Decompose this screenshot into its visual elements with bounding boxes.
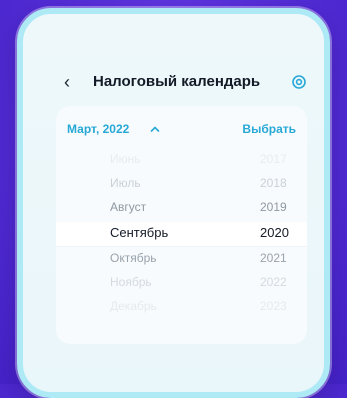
month-option[interactable]: Июнь <box>110 152 141 166</box>
month-option[interactable]: Август <box>110 200 146 214</box>
picker-row[interactable]: Июль 2018 <box>56 172 307 196</box>
selected-row[interactable]: Сентябрь 2020 <box>56 222 307 246</box>
select-button[interactable]: Выбрать <box>242 122 296 136</box>
month-year-wheel[interactable]: Июнь 2017 Июль 2018 Август 2019 Сентябрь… <box>56 148 307 338</box>
picker-row[interactable]: Август 2019 <box>56 196 307 220</box>
month-option[interactable]: Июль <box>110 176 141 190</box>
selected-year[interactable]: 2020 <box>260 225 289 240</box>
year-option[interactable]: 2019 <box>260 200 287 214</box>
picker-row[interactable]: Ноябрь 2022 <box>56 271 307 295</box>
picker-row[interactable]: Октябрь 2021 <box>56 247 307 271</box>
year-option[interactable]: 2023 <box>260 299 287 313</box>
month-option[interactable]: Декабрь <box>110 299 157 313</box>
chevron-up-icon[interactable] <box>149 123 161 135</box>
date-picker-card: Март, 2022 Выбрать Июнь 2017 Июль 2018 А… <box>56 106 307 344</box>
app-header: ‹ Налоговый календарь <box>23 70 324 94</box>
selected-month[interactable]: Сентябрь <box>110 225 168 240</box>
current-month-year[interactable]: Март, 2022 <box>67 122 129 136</box>
year-option[interactable]: 2018 <box>260 176 287 190</box>
month-option[interactable]: Октябрь <box>110 251 157 265</box>
picker-row[interactable]: Декабрь 2023 <box>56 295 307 319</box>
year-option[interactable]: 2022 <box>260 275 287 289</box>
year-option[interactable]: 2021 <box>260 251 287 265</box>
picker-row[interactable]: Июнь 2017 <box>56 148 307 172</box>
phone-frame: ‹ Налоговый календарь Март, 2022 Выбрать… <box>17 8 330 398</box>
back-icon[interactable]: ‹ <box>57 72 77 92</box>
page-title: Налоговый календарь <box>93 73 261 90</box>
month-option[interactable]: Ноябрь <box>110 275 152 289</box>
gear-icon[interactable] <box>291 74 307 90</box>
year-option[interactable]: 2017 <box>260 152 287 166</box>
picker-header: Март, 2022 Выбрать <box>56 120 307 140</box>
